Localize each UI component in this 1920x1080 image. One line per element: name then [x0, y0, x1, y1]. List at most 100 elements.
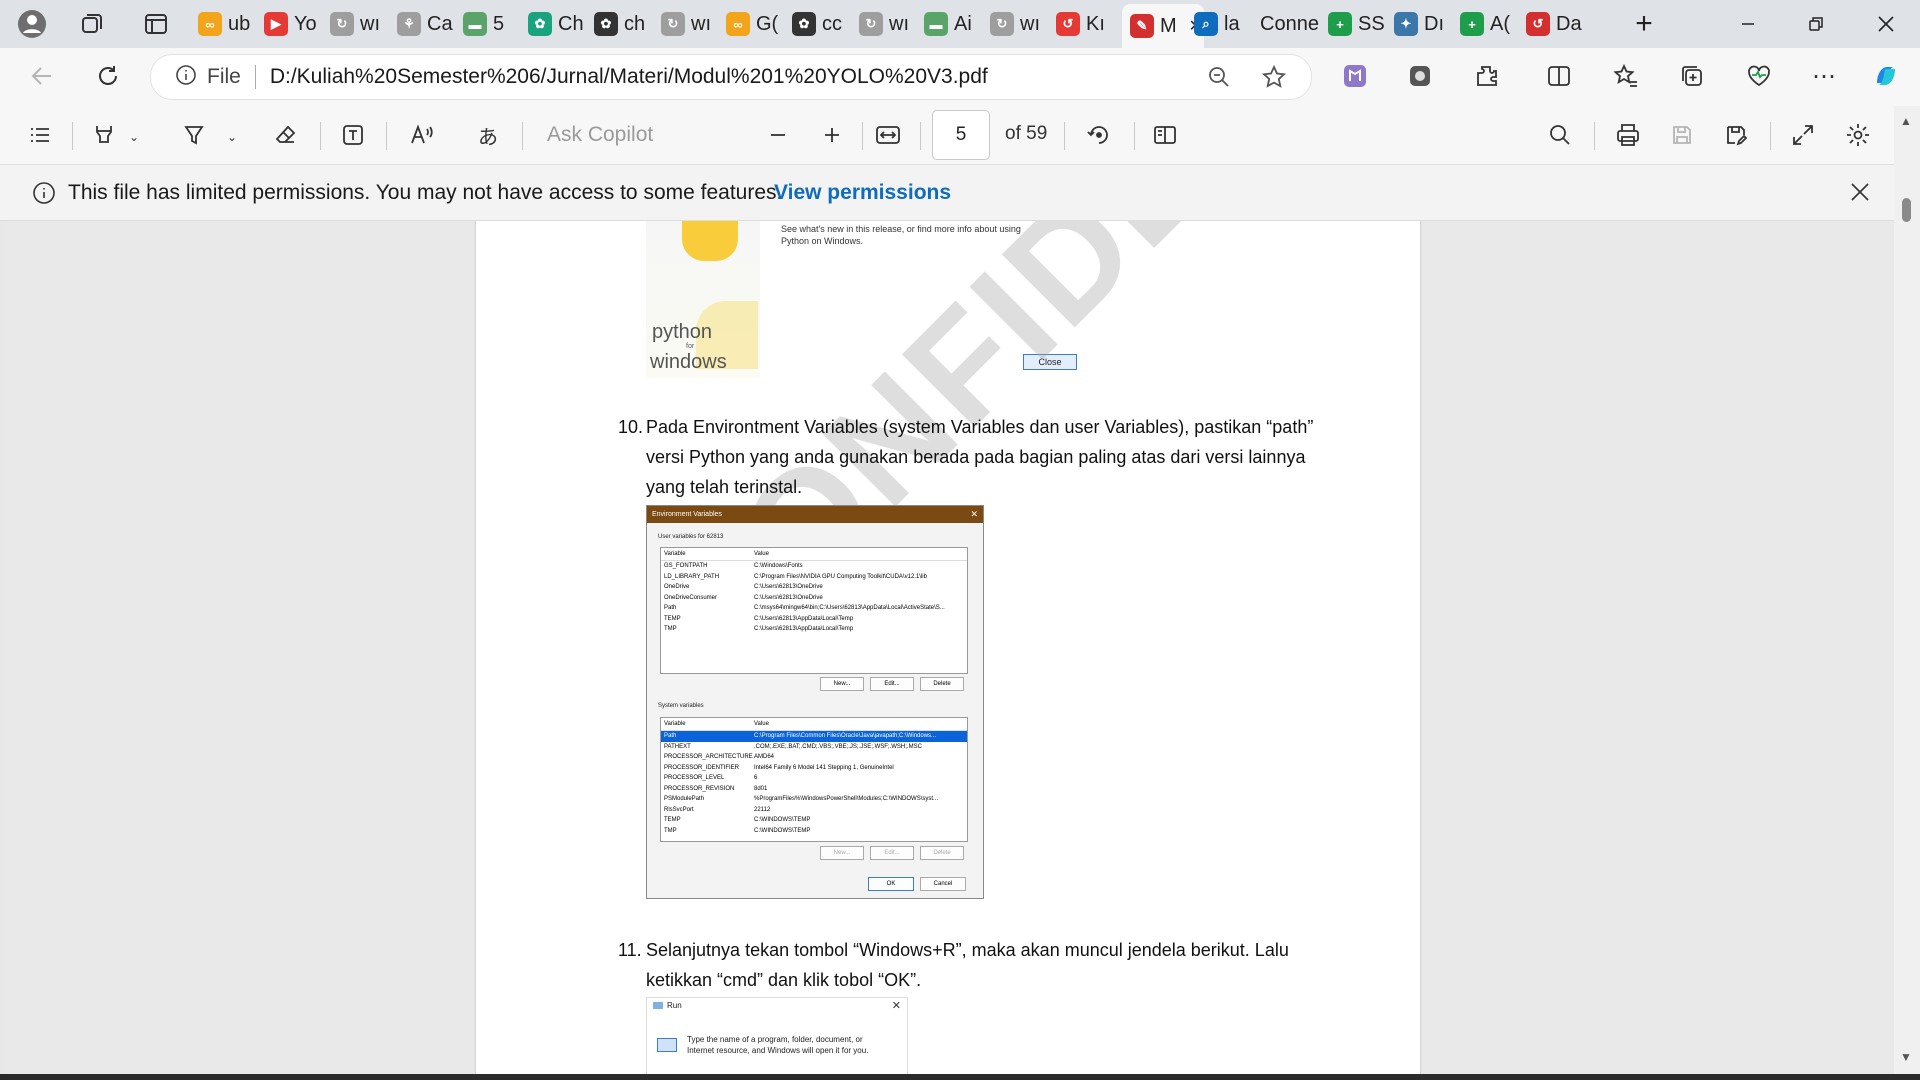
highlight-dropdown-icon[interactable]: ⌄ [124, 117, 144, 157]
variable-name: OneDriveConsumer [664, 594, 718, 601]
browser-tab[interactable]: ⚘ Ca [397, 6, 457, 42]
close-infobar-icon[interactable] [1849, 181, 1871, 208]
back-button[interactable] [22, 56, 62, 96]
scroll-down-icon[interactable]: ▼ [1900, 1050, 1912, 1064]
draw-icon[interactable] [174, 115, 214, 155]
profile-icon[interactable] [12, 4, 52, 44]
variable-name: OneDrive [664, 584, 690, 590]
highlight-icon[interactable] [84, 115, 124, 155]
extension-purple-icon[interactable] [1335, 56, 1375, 96]
browser-tab[interactable]: ∞ G( [726, 6, 786, 42]
minimize-button[interactable] [1714, 0, 1782, 48]
new-tab-button[interactable]: + [1624, 0, 1664, 48]
browser-tab[interactable]: ✿ ch [594, 6, 654, 42]
browser-essentials-icon[interactable] [1739, 56, 1779, 96]
toolbar-divider [522, 122, 523, 150]
system-new-button: New... [820, 846, 864, 860]
zoom-out-icon[interactable] [1207, 65, 1231, 94]
variable-name: PROCESSOR_IDENTIFIER [664, 764, 740, 771]
browser-tab[interactable]: ⌕ la [1194, 6, 1254, 42]
scrollbar-thumb[interactable] [1902, 198, 1911, 222]
browser-tab[interactable]: ↻ wı [330, 6, 390, 42]
browser-tab[interactable]: ↻ wı [661, 6, 721, 42]
browser-tab[interactable]: + SS [1328, 6, 1388, 42]
browser-tab[interactable]: ▬ 5 [463, 6, 523, 42]
contents-icon[interactable] [20, 115, 60, 155]
scroll-up-icon[interactable]: ▲ [1900, 114, 1912, 128]
browser-tab[interactable]: + A( [1460, 6, 1520, 42]
fit-width-icon[interactable] [868, 115, 908, 155]
table-row: PROCESSOR_LEVEL 6 [661, 773, 967, 784]
address-bar[interactable]: File D:/Kuliah%20Semester%206/Jurnal/Mat… [150, 54, 1312, 100]
browser-tab[interactable]: Conne [1260, 6, 1320, 42]
restore-button[interactable] [1782, 0, 1850, 48]
extension-record-icon[interactable] [1400, 56, 1440, 96]
cc-icon: ∞ [726, 12, 750, 36]
save-as-icon[interactable] [1716, 115, 1756, 155]
person-icon: ⚘ [397, 12, 421, 36]
variable-value: 6 [754, 775, 758, 781]
print-icon[interactable] [1608, 115, 1648, 155]
plus-green-icon: + [1460, 12, 1484, 36]
variable-value: Intel64 Family 6 Model 141 Stepping 1, G… [754, 764, 894, 771]
browser-tab[interactable]: ∞ ub [198, 6, 258, 42]
favorite-star-icon[interactable] [1261, 64, 1287, 95]
browser-tab[interactable]: ▬ Ai [924, 6, 984, 42]
variable-name: Path [664, 733, 677, 739]
rotate-icon[interactable] [1079, 115, 1119, 155]
refresh-button[interactable] [88, 56, 128, 96]
split-screen-icon[interactable] [1539, 56, 1579, 96]
add-text-icon[interactable] [333, 115, 373, 155]
tab-label: A( [1490, 12, 1510, 35]
collections-icon[interactable] [1672, 56, 1712, 96]
browser-tab[interactable]: ▶ Yo [264, 6, 324, 42]
copilot-icon[interactable] [1866, 56, 1906, 96]
column-header: Value [754, 721, 769, 727]
pdf-page: python for windows See what's new in thi… [476, 221, 1420, 1074]
table-row: OneDriveConsumer C:\Users\62813\OneDrive [661, 593, 967, 604]
search-icon[interactable] [1540, 115, 1580, 155]
page-view-icon[interactable] [1145, 115, 1185, 155]
zoom-out-button[interactable] [758, 115, 798, 155]
pdf-viewer[interactable]: python for windows See what's new in thi… [6, 221, 1894, 1074]
close-window-button[interactable] [1852, 0, 1920, 48]
step-text-line: ketikkan “cmd” dan klik tobol “OK”. [646, 970, 922, 990]
browser-tab[interactable]: ✿ Ch [528, 6, 588, 42]
settings-gear-icon[interactable] [1838, 115, 1878, 155]
extensions-icon[interactable] [1467, 56, 1507, 96]
zoom-in-button[interactable] [812, 115, 852, 155]
tab-actions-icon[interactable] [136, 4, 176, 44]
step-11-paragraph: 11. Selanjutnya tekan tombol “Windows+R”… [618, 935, 1386, 995]
browser-tab[interactable]: ↺ Kı [1056, 6, 1116, 42]
toolbar-divider [1770, 122, 1771, 150]
info-icon[interactable] [175, 64, 197, 91]
favorites-icon[interactable] [1606, 56, 1646, 96]
page-number-input[interactable]: 5 [932, 110, 990, 160]
variable-value: 22112 [754, 806, 771, 813]
view-permissions-link[interactable]: View permissions [774, 181, 951, 205]
browser-tab[interactable]: ↻ wı [990, 6, 1050, 42]
browser-tab[interactable]: ✦ Dı [1394, 6, 1454, 42]
more-menu-icon[interactable]: ⋯ [1804, 56, 1844, 96]
variable-name: PROCESSOR_ARCHITECTURE [664, 754, 753, 760]
system-variables-label: System variables [658, 703, 704, 709]
url-text[interactable]: D:/Kuliah%20Semester%206/Jurnal/Materi/M… [270, 65, 988, 89]
ask-copilot-box[interactable]: Ask Copilot [547, 123, 653, 147]
eraser-icon[interactable] [266, 115, 306, 155]
browser-tab[interactable]: ↻ wı [859, 6, 919, 42]
browser-tab[interactable]: ✿ cc [792, 6, 852, 42]
save-icon[interactable] [1662, 115, 1702, 155]
translate-icon[interactable]: あ [468, 115, 508, 155]
tab-label: 5 [493, 12, 505, 35]
step-text-line: Selanjutnya tekan tombol “Windows+R”, ma… [646, 940, 1289, 960]
draw-dropdown-icon[interactable]: ⌄ [222, 117, 242, 157]
read-aloud-icon[interactable] [402, 115, 442, 155]
table-row: PROCESSOR_REVISION 8d01 [661, 784, 967, 795]
fullscreen-icon[interactable] [1783, 115, 1823, 155]
vertical-scrollbar[interactable]: ▲ ▼ [1894, 106, 1920, 1080]
browser-tab[interactable]: ↺ Da [1526, 6, 1592, 42]
table-row: Path C:\msys64\mingw64\bin;C:\Users\62813… [661, 603, 967, 614]
browser-tab[interactable]: ✎M✕ [1122, 4, 1204, 48]
workspaces-icon[interactable] [72, 4, 112, 44]
table-row: PATHEXT .COM;.EXE;.BAT;.CMD;.VBS;.VBE;.JS… [661, 742, 967, 753]
